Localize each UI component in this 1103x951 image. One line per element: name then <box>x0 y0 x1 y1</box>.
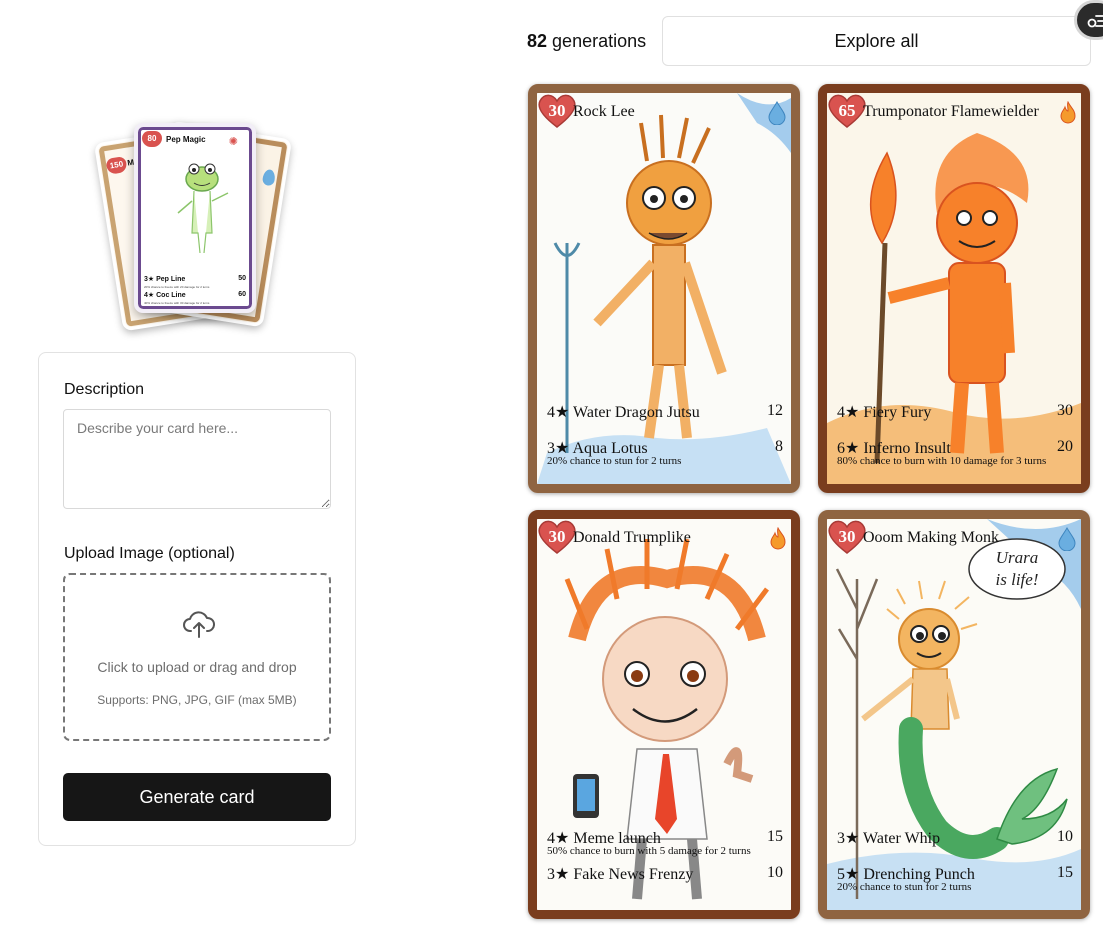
description-input[interactable] <box>63 409 331 509</box>
card-artwork <box>827 93 1081 484</box>
explore-all-button[interactable]: Explore all <box>662 16 1091 66</box>
water-drop-icon <box>767 100 787 131</box>
card-attack-1-damage: 10 <box>1057 828 1073 845</box>
logo-attack-1-label: 3★ Pep Line <box>144 276 186 283</box>
card-attack-1-label: 4★ Fiery Fury <box>837 404 932 421</box>
description-label: Description <box>64 381 145 398</box>
card-attack-1: 3★ Water Whip 10 <box>837 828 1073 848</box>
card-attack-2-damage: 10 <box>767 864 783 881</box>
card-attack-2-label: 3★ Fake News Frenzy <box>547 866 694 883</box>
upload-instructions: Click to upload or drag and drop <box>97 659 297 675</box>
upload-formats: Supports: PNG, JPG, GIF (max 5MB) <box>97 693 297 707</box>
settings-fab-icon <box>1087 15 1103 28</box>
logo-attack-2: 4★ Coc Line 60 <box>144 291 246 299</box>
generate-card-button[interactable]: Generate card <box>63 773 331 821</box>
generations-suffix: generations <box>552 31 647 51</box>
card-attack-1: 4★ Fiery Fury 30 <box>837 402 1073 422</box>
generated-card[interactable]: Urara is life! 30 Ooom Making Monk 3★ Wa… <box>818 510 1090 919</box>
speech-line-1: Urara <box>996 548 1039 567</box>
card-hp: 65 <box>838 101 856 120</box>
image-upload-dropzone[interactable]: Click to upload or drag and drop Support… <box>63 573 331 741</box>
card-attack-1-label: 3★ Water Whip <box>837 830 941 847</box>
card-hp: 30 <box>548 527 566 546</box>
logo-attack-1: 3★ Pep Line 50 <box>144 275 246 283</box>
card-name: Trumponator Flamewielder <box>863 103 1039 120</box>
speech-line-2: is life! <box>996 570 1039 589</box>
logo-back-hp: 150 <box>105 155 128 175</box>
card-attack-1: 4★ Water Dragon Jutsu 12 <box>547 402 783 422</box>
upload-cloud-icon <box>183 611 215 638</box>
hp-heart-icon: 65 <box>827 93 867 129</box>
logo-attack-2-damage: 60 <box>238 291 246 298</box>
create-card-panel: Description Upload Image (optional) Clic… <box>38 352 356 846</box>
logo-front-card: 80 Pep Magic ✺ 3★ Pep Line 50 20% chance… <box>134 123 256 313</box>
card-attack-effect: 80% chance to burn with 10 damage for 3 … <box>837 455 1047 467</box>
logo-front-hp: 80 <box>142 131 162 147</box>
logo-attack-2-effect: 40% chance to freeze with 30 damage for … <box>144 301 210 305</box>
hp-heart-icon: 30 <box>827 519 867 555</box>
upload-label: Upload Image (optional) <box>64 545 235 562</box>
hp-heart-icon: 30 <box>537 93 577 129</box>
generations-count: 82 generations <box>527 31 646 52</box>
card-artwork: Urara is life! <box>827 519 1081 910</box>
sun-icon: ✺ <box>228 136 238 148</box>
card-hp: 30 <box>838 527 856 546</box>
generated-card[interactable]: 30 Donald Trumplike 4★ Meme launch 15 50… <box>528 510 800 919</box>
card-attack-2-damage: 15 <box>1057 864 1073 881</box>
fire-icon <box>1059 100 1077 131</box>
card-attack-effect: 20% chance to stun for 2 turns <box>837 881 972 893</box>
card-artwork <box>537 93 791 484</box>
generated-card[interactable]: 30 Rock Lee 4★ Water Dragon Jutsu 12 3★ … <box>528 84 800 493</box>
card-attack-2-damage: 8 <box>775 438 783 455</box>
logo-front-name: Pep Magic <box>166 135 206 144</box>
water-drop-icon <box>261 168 277 187</box>
logo-attack-1-damage: 50 <box>238 275 246 282</box>
card-attack-1-damage: 12 <box>767 402 783 419</box>
card-name: Donald Trumplike <box>573 529 691 546</box>
fire-icon <box>769 526 787 557</box>
card-attack-1-label: 4★ Water Dragon Jutsu <box>547 404 700 421</box>
card-attack-1-damage: 15 <box>767 828 783 845</box>
water-drop-icon <box>1057 526 1077 557</box>
card-attack-2-damage: 20 <box>1057 438 1073 455</box>
card-name: Ooom Making Monk <box>863 529 999 546</box>
card-attack-effect: 50% chance to burn with 5 damage for 2 t… <box>547 845 751 857</box>
generated-card[interactable]: 65 Trumponator Flamewielder 4★ Fiery Fur… <box>818 84 1090 493</box>
card-attack-effect: 20% chance to stun for 2 turns <box>547 455 682 467</box>
logo-attack-2-label: 4★ Coc Line <box>144 292 186 299</box>
card-attack-1-damage: 30 <box>1057 402 1073 419</box>
card-name: Rock Lee <box>573 103 635 120</box>
hp-heart-icon: 30 <box>537 519 577 555</box>
logo-attack-1-effect: 20% chance to freeze with 20 damage for … <box>144 285 210 289</box>
frog-drawing <box>172 153 232 263</box>
card-stack-logo: 150 M 80 Pep Magic ✺ 3★ Pep Line 50 20% … <box>93 115 300 332</box>
card-hp: 30 <box>548 101 566 120</box>
card-attack-2: 3★ Fake News Frenzy 10 <box>547 864 783 884</box>
generations-number: 82 <box>527 31 548 51</box>
